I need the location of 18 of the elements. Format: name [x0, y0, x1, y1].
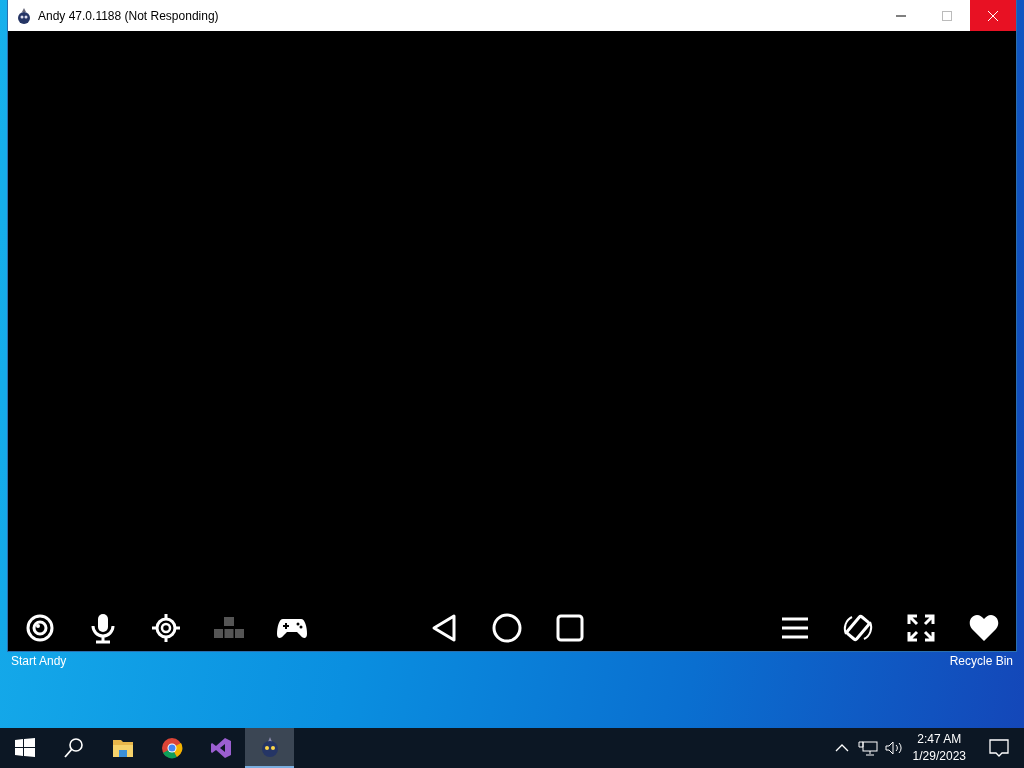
window-title: Andy 47.0.1188 (Not Responding) [38, 8, 220, 23]
desktop-icon-label[interactable]: Recycle Bin [949, 654, 1013, 668]
home-icon[interactable] [491, 612, 523, 644]
maximize-icon [942, 10, 952, 21]
camera-icon[interactable] [24, 612, 56, 644]
volume-icon[interactable] [882, 740, 905, 756]
fullscreen-icon[interactable] [905, 612, 937, 644]
heart-icon[interactable] [968, 612, 1000, 644]
rotate-icon[interactable] [842, 612, 874, 644]
notification-icon[interactable] [988, 737, 1010, 759]
andy-icon[interactable] [245, 728, 294, 768]
close-icon [988, 10, 998, 21]
network-icon[interactable] [856, 740, 879, 756]
crosshair-icon[interactable] [150, 612, 182, 644]
app-icon [17, 7, 31, 24]
clock-time[interactable]: 2:47 AM [917, 731, 962, 748]
square-icon[interactable] [554, 612, 586, 644]
clock-date[interactable]: 1/29/2023 [912, 748, 966, 765]
